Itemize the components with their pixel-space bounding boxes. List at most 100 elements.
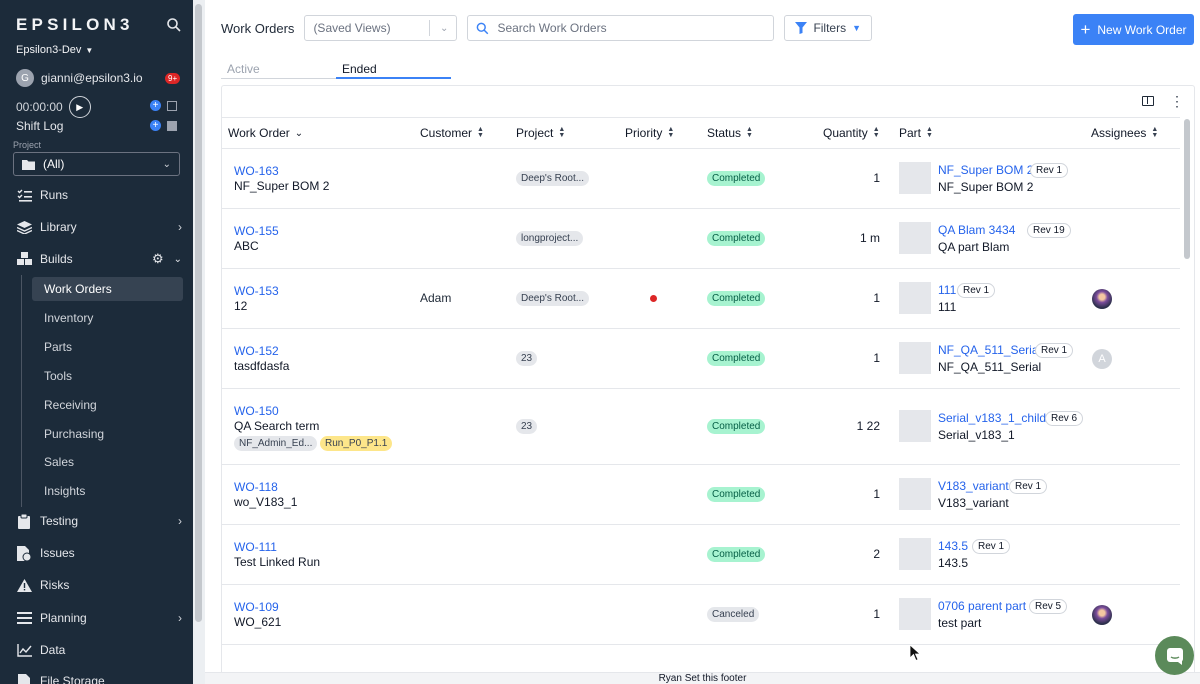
book-icon[interactable] xyxy=(167,120,177,131)
work-order-link[interactable]: WO-111 xyxy=(234,540,277,554)
chevron-down-icon: ⌄ xyxy=(440,22,449,34)
table-row[interactable]: WO-118 wo_V183_1 Completed 1 V183_varian… xyxy=(222,465,1180,525)
nav-library[interactable]: Library › xyxy=(16,219,182,235)
part-link[interactable]: 111 xyxy=(938,283,956,297)
sidebar-item-tools[interactable]: Tools xyxy=(32,364,183,388)
part-link[interactable]: 0706 parent part xyxy=(938,599,1026,613)
page-footer: Ryan Set this footer xyxy=(205,672,1200,684)
project-chip: longproject... xyxy=(516,231,584,246)
status-badge: Completed xyxy=(707,547,766,562)
chat-launcher-button[interactable] xyxy=(1155,636,1194,675)
work-order-link[interactable]: WO-155 xyxy=(234,224,279,238)
sidebar-item-work-orders[interactable]: Work Orders xyxy=(32,277,183,301)
tab-ended[interactable]: Ended xyxy=(342,62,377,76)
add-icon[interactable]: + xyxy=(150,120,161,131)
sort-icon: ▲ ▼ xyxy=(558,126,566,139)
part-link[interactable]: NF_QA_511_Serial xyxy=(938,343,1041,357)
nav-risks[interactable]: Risks xyxy=(16,577,182,593)
more-vertical-icon[interactable]: ⋮ xyxy=(1170,94,1184,108)
search-input[interactable] xyxy=(497,21,748,35)
table-row[interactable]: WO-111 Test Linked Run Completed 2 143.5… xyxy=(222,525,1180,585)
col-part[interactable]: Part ▲ ▼ xyxy=(899,126,933,140)
table-row[interactable]: WO-150 QA Search term NF_Admin_Ed... Run… xyxy=(222,389,1180,465)
nav-data[interactable]: Data xyxy=(16,642,182,658)
filters-button[interactable]: Filters ▼ xyxy=(784,15,873,41)
project-chip: 23 xyxy=(516,419,538,434)
work-order-name: ABC xyxy=(234,239,259,253)
assignee-avatar[interactable] xyxy=(1092,605,1112,625)
part-image xyxy=(899,342,931,374)
user-menu[interactable]: G gianni@epsilon3.io xyxy=(16,69,143,87)
sidebar-item-receiving[interactable]: Receiving xyxy=(32,393,183,417)
revision-badge: Rev 1 xyxy=(1009,479,1048,494)
work-order-link[interactable]: WO-150 xyxy=(234,404,279,418)
scrollbar-thumb[interactable] xyxy=(195,4,202,622)
add-icon[interactable]: + xyxy=(150,100,161,111)
search-field[interactable] xyxy=(467,15,775,41)
col-project[interactable]: Project ▲ ▼ xyxy=(516,126,565,140)
col-priority[interactable]: Priority ▲ ▼ xyxy=(625,126,674,140)
part-name: 143.5 xyxy=(938,556,969,570)
work-order-link[interactable]: WO-163 xyxy=(234,164,279,178)
saved-views-select[interactable]: (Saved Views) ⌄ xyxy=(304,15,458,41)
assignee-avatar[interactable] xyxy=(1092,289,1112,309)
nav-file-storage[interactable]: File Storage xyxy=(16,673,182,684)
part-link[interactable]: NF_Super BOM 2 xyxy=(938,163,1033,177)
col-customer[interactable]: Customer ▲ ▼ xyxy=(420,126,484,140)
nav-testing[interactable]: Testing › xyxy=(16,513,182,529)
file-icon xyxy=(16,673,32,684)
calendar-icon[interactable] xyxy=(167,100,177,111)
sidebar-scrollbar[interactable] xyxy=(193,0,205,684)
column-label: Quantity xyxy=(823,126,868,140)
columns-icon[interactable] xyxy=(1142,96,1154,106)
sidebar-item-insights[interactable]: Insights xyxy=(32,479,183,503)
nav-issues[interactable]: Issues xyxy=(16,545,182,561)
nav-runs[interactable]: Runs xyxy=(16,187,182,203)
part-link[interactable]: V183_variant xyxy=(938,479,1009,493)
part-name: NF_QA_511_Serial xyxy=(938,360,1042,374)
status-badge: Completed xyxy=(707,419,766,434)
table-row[interactable]: WO-109 WO_621 Canceled 1 0706 parent par… xyxy=(222,585,1180,645)
work-order-link[interactable]: WO-118 xyxy=(234,480,278,494)
work-order-link[interactable]: WO-109 xyxy=(234,600,279,614)
table-row[interactable]: WO-152 tasdfdasfa 23 Completed 1 NF_QA_5… xyxy=(222,329,1180,389)
col-assignees[interactable]: Assignees ▲ ▼ xyxy=(1091,126,1158,140)
new-work-order-button[interactable]: + New Work Order xyxy=(1073,14,1194,45)
scrollbar-thumb[interactable] xyxy=(1184,119,1190,259)
workspace-selector[interactable]: Epsilon3-Dev ▼ xyxy=(16,44,93,56)
tab-active[interactable]: Active xyxy=(227,62,260,76)
nav-label: Library xyxy=(40,220,77,234)
col-status[interactable]: Status ▲ ▼ xyxy=(707,126,753,140)
sidebar-item-parts[interactable]: Parts xyxy=(32,335,183,359)
gear-icon[interactable]: ⚙ xyxy=(152,251,164,267)
table-scrollbar[interactable] xyxy=(1183,117,1193,672)
nav-builds[interactable]: Builds ⚙ ⌄ xyxy=(16,251,182,267)
project-select[interactable]: (All) ⌄ xyxy=(13,152,180,176)
assignee-avatar[interactable]: A xyxy=(1092,349,1112,369)
part-link[interactable]: QA Blam 3434 xyxy=(938,223,1015,237)
warning-icon xyxy=(16,577,32,593)
col-work-order[interactable]: Work Order ⌄ xyxy=(228,126,303,140)
work-order-name: tasdfdasfa xyxy=(234,359,290,373)
quantity-value: 1 m xyxy=(859,231,880,245)
sidebar-item-sales[interactable]: Sales xyxy=(32,450,183,474)
shift-log-actions: + xyxy=(150,120,177,131)
table-row[interactable]: WO-155 ABC longproject... Completed 1 m … xyxy=(222,209,1180,269)
play-icon[interactable]: ▶ xyxy=(68,96,91,118)
sidebar-item-inventory[interactable]: Inventory xyxy=(32,306,183,330)
work-order-link[interactable]: WO-153 xyxy=(234,284,279,298)
part-link[interactable]: Serial_v183_1_child xyxy=(938,411,1046,425)
col-quantity[interactable]: Quantity ▲ ▼ xyxy=(823,126,880,140)
part-image xyxy=(899,538,931,570)
part-link[interactable]: 143.5 xyxy=(938,539,968,553)
sidebar-item-purchasing[interactable]: Purchasing xyxy=(32,422,183,446)
table-row[interactable]: WO-153 12 Adam Deep's Root... Completed … xyxy=(222,269,1180,329)
sort-icon: ▲ ▼ xyxy=(1151,126,1159,139)
search-icon[interactable] xyxy=(166,17,182,33)
notification-badge[interactable]: 9+ xyxy=(165,73,181,84)
shift-timer: 00:00:00 ▶ xyxy=(16,96,91,118)
nav-planning[interactable]: Planning › xyxy=(16,610,182,626)
chevron-down-icon: ▼ xyxy=(85,45,94,55)
work-order-link[interactable]: WO-152 xyxy=(234,344,279,358)
table-row[interactable]: WO-163 NF_Super BOM 2 Deep's Root... Com… xyxy=(222,149,1180,209)
